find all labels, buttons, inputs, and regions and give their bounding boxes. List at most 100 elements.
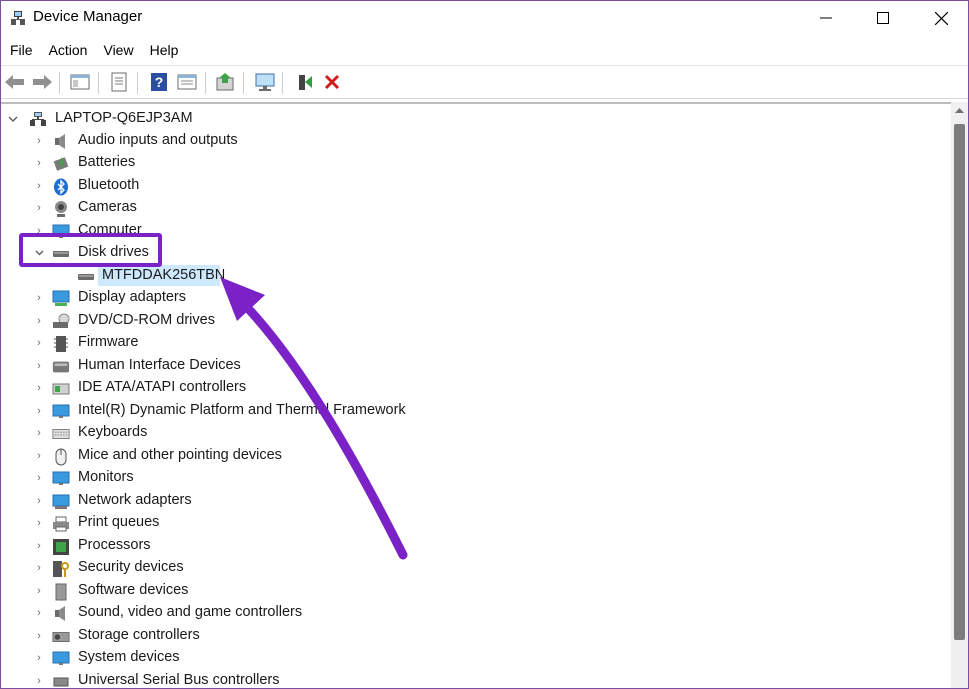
- chevron-right-icon[interactable]: ›: [33, 494, 45, 508]
- chevron-right-icon[interactable]: ›: [33, 606, 45, 620]
- tree-item-processors[interactable]: › Processors: [1, 535, 951, 557]
- enable-device-button[interactable]: [293, 70, 317, 94]
- chevron-right-icon[interactable]: ›: [33, 179, 45, 193]
- toolbar-separator: [205, 72, 206, 94]
- tree-item-security[interactable]: › Security devices: [1, 557, 951, 579]
- tree-item-label: Sound, video and game controllers: [78, 604, 303, 620]
- help-icon: ?: [151, 73, 167, 91]
- tree-item-monitors[interactable]: › Monitors: [1, 467, 951, 489]
- device-tree: LAPTOP-Q6EJP3AM › Audio inputs and outpu…: [1, 102, 951, 688]
- tree-item-usb[interactable]: › Universal Serial Bus controllers: [1, 670, 951, 688]
- minimize-button[interactable]: [797, 1, 855, 35]
- toolbar-separator: [137, 72, 138, 94]
- tree-item-label: Security devices: [78, 559, 184, 575]
- chevron-right-icon[interactable]: ›: [33, 651, 45, 665]
- update-driver-button[interactable]: [214, 70, 238, 94]
- annotation-highlight-box: [19, 233, 162, 267]
- tree-item-label: Monitors: [78, 469, 134, 485]
- menu-file[interactable]: File: [1, 39, 41, 63]
- disk-drive-icon: [77, 268, 95, 285]
- tree-item-system[interactable]: › System devices: [1, 647, 951, 669]
- view-button[interactable]: [175, 70, 199, 94]
- tree-item-sound[interactable]: › Sound, video and game controllers: [1, 602, 951, 624]
- chevron-right-icon[interactable]: ›: [33, 134, 45, 148]
- chevron-right-icon[interactable]: ›: [33, 156, 45, 170]
- uninstall-device-button[interactable]: [320, 70, 344, 94]
- scroll-up-arrow-icon[interactable]: [955, 106, 964, 115]
- back-button[interactable]: [3, 70, 27, 94]
- tree-item-label: Universal Serial Bus controllers: [78, 672, 280, 688]
- forward-button[interactable]: [30, 70, 54, 94]
- chevron-right-icon[interactable]: ›: [33, 336, 45, 350]
- tree-item-disk-child[interactable]: MTFDDAK256TBN: [1, 265, 951, 287]
- network-icon: [52, 493, 70, 510]
- printer-icon: [52, 515, 70, 532]
- device-manager-window: Device Manager File Action View Help ? L…: [0, 0, 969, 689]
- tree-item-batteries[interactable]: › Batteries: [1, 152, 951, 174]
- tree-item-label: Intel(R) Dynamic Platform and Thermal Fr…: [78, 402, 406, 418]
- chevron-right-icon[interactable]: ›: [33, 314, 45, 328]
- storage-controller-icon: [52, 628, 70, 645]
- tree-item-audio[interactable]: › Audio inputs and outputs: [1, 130, 951, 152]
- tree-item-dvd[interactable]: › DVD/CD-ROM drives: [1, 310, 951, 332]
- toolbar-separator: [243, 72, 244, 94]
- tree-item-software[interactable]: › Software devices: [1, 580, 951, 602]
- chevron-right-icon[interactable]: ›: [33, 539, 45, 553]
- chevron-right-icon[interactable]: ›: [33, 471, 45, 485]
- scan-hardware-button[interactable]: [253, 70, 277, 94]
- chevron-right-icon[interactable]: ›: [33, 561, 45, 575]
- chevron-right-icon[interactable]: ›: [33, 404, 45, 418]
- tree-item-label: System devices: [78, 649, 180, 665]
- hid-icon: [52, 358, 70, 375]
- close-button[interactable]: [912, 1, 969, 35]
- toolbar-separator: [59, 72, 60, 94]
- menu-help[interactable]: Help: [142, 39, 187, 63]
- menu-bar: File Action View Help: [1, 39, 186, 63]
- tree-item-firmware[interactable]: › Firmware: [1, 332, 951, 354]
- toolbar-separator: [98, 72, 99, 94]
- chevron-right-icon[interactable]: ›: [33, 291, 45, 305]
- tree-item-label: Firmware: [78, 334, 139, 350]
- device-manager-app-icon: [10, 10, 26, 26]
- maximize-button[interactable]: [854, 1, 912, 35]
- tree-item-label: Keyboards: [78, 424, 148, 440]
- chevron-right-icon[interactable]: ›: [33, 359, 45, 373]
- vertical-scrollbar[interactable]: [951, 102, 968, 688]
- toolbar: ?: [1, 65, 968, 99]
- show-hide-console-tree-icon: [70, 74, 90, 90]
- chevron-right-icon[interactable]: ›: [33, 381, 45, 395]
- scroll-thumb[interactable]: [954, 124, 965, 640]
- chevron-right-icon[interactable]: ›: [33, 201, 45, 215]
- svg-text:?: ?: [155, 74, 164, 90]
- properties-button[interactable]: [107, 70, 131, 94]
- tree-root[interactable]: LAPTOP-Q6EJP3AM: [1, 108, 951, 130]
- chevron-right-icon[interactable]: ›: [33, 584, 45, 598]
- security-icon: [52, 560, 70, 577]
- menu-action[interactable]: Action: [41, 39, 96, 63]
- tree-item-ide[interactable]: › IDE ATA/ATAPI controllers: [1, 377, 951, 399]
- help-button[interactable]: ?: [147, 70, 171, 94]
- chevron-right-icon[interactable]: ›: [33, 516, 45, 530]
- tree-item-label: Network adapters: [78, 492, 192, 508]
- display-adapter-icon: [52, 290, 70, 307]
- tree-item-print[interactable]: › Print queues: [1, 512, 951, 534]
- chevron-right-icon[interactable]: ›: [33, 674, 45, 688]
- enable-device-icon: [299, 75, 312, 90]
- tree-item-bluetooth[interactable]: › Bluetooth: [1, 175, 951, 197]
- tree-item-network[interactable]: › Network adapters: [1, 490, 951, 512]
- chevron-right-icon[interactable]: ›: [33, 449, 45, 463]
- tree-item-intel-platform[interactable]: › Intel(R) Dynamic Platform and Thermal …: [1, 400, 951, 422]
- tree-item-display-adapters[interactable]: › Display adapters: [1, 287, 951, 309]
- chevron-right-icon[interactable]: ›: [33, 426, 45, 440]
- monitor-icon: [52, 470, 70, 487]
- show-hide-console-tree-button[interactable]: [68, 70, 92, 94]
- chevron-right-icon[interactable]: ›: [33, 629, 45, 643]
- tree-item-hid[interactable]: › Human Interface Devices: [1, 355, 951, 377]
- tree-item-keyboards[interactable]: › Keyboards: [1, 422, 951, 444]
- tree-item-storage[interactable]: › Storage controllers: [1, 625, 951, 647]
- update-driver-icon: [216, 73, 234, 91]
- chevron-down-icon[interactable]: [7, 112, 19, 126]
- tree-item-cameras[interactable]: › Cameras: [1, 197, 951, 219]
- menu-view[interactable]: View: [95, 39, 141, 63]
- tree-item-mice[interactable]: › Mice and other pointing devices: [1, 445, 951, 467]
